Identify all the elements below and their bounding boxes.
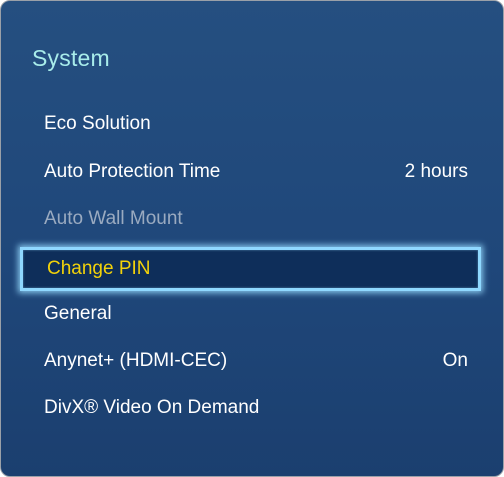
menu-item-label: Change PIN bbox=[47, 258, 151, 279]
menu-item-label: DivX® Video On Demand bbox=[44, 397, 260, 418]
menu-item-label: Anynet+ (HDMI-CEC) bbox=[44, 350, 228, 371]
menu-item-auto-wall-mount: Auto Wall Mount bbox=[32, 200, 469, 238]
menu-item-value: On bbox=[442, 350, 468, 371]
menu-item-general[interactable]: General bbox=[32, 295, 469, 333]
menu-item-label: General bbox=[44, 303, 112, 324]
menu-item-auto-protection-time[interactable]: Auto Protection Time 2 hours bbox=[32, 153, 469, 191]
menu-item-eco-solution[interactable]: Eco Solution bbox=[32, 105, 469, 143]
menu-item-change-pin[interactable]: Change PIN bbox=[20, 247, 481, 291]
menu-item-divx-vod[interactable]: DivX® Video On Demand bbox=[32, 389, 469, 427]
menu-item-anynet[interactable]: Anynet+ (HDMI-CEC) On bbox=[32, 342, 469, 380]
system-menu-panel: System Eco Solution Auto Protection Time… bbox=[0, 0, 504, 477]
menu-title: System bbox=[32, 45, 110, 71]
menu-item-value: 2 hours bbox=[404, 161, 468, 182]
menu-item-label: Auto Protection Time bbox=[44, 161, 221, 182]
menu-item-label: Eco Solution bbox=[44, 113, 151, 134]
menu-item-label: Auto Wall Mount bbox=[44, 208, 183, 229]
